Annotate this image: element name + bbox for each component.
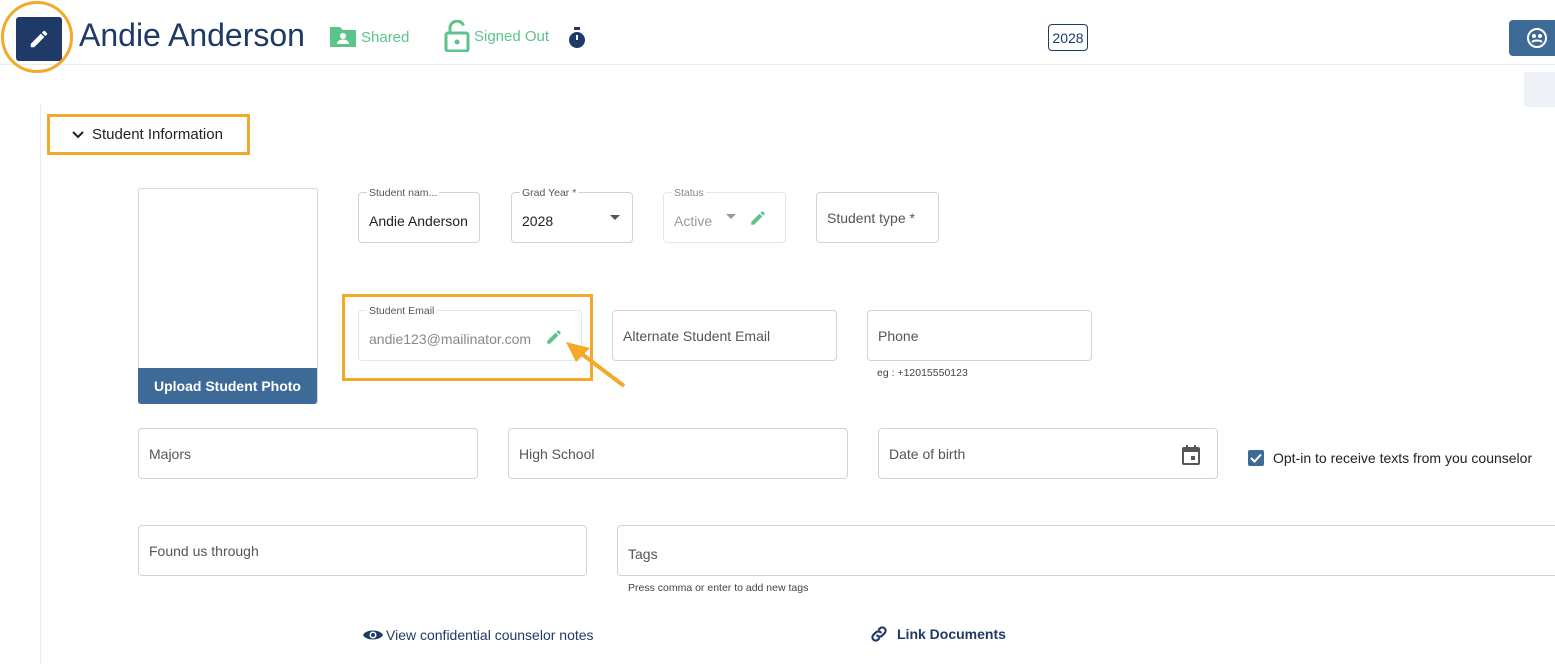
year-badge: 2028 [1048,24,1088,51]
header-divider [0,64,1555,65]
student-type-placeholder: Student type * [827,210,915,226]
section-title: Student Information [92,126,223,143]
shared-label: Shared [361,28,410,46]
grad-year-value: 2028 [522,213,554,229]
highlight-box [342,294,593,381]
link-documents-link[interactable]: Link Documents [869,624,1006,644]
date-of-birth-field[interactable]: Date of birth [878,428,1218,479]
found-us-field[interactable]: Found us through [138,525,587,576]
link-icon [871,626,887,642]
upload-photo-button[interactable]: Upload Student Photo [138,368,317,404]
student-information-toggle[interactable]: Student Information [47,114,250,155]
account-circle-icon [1527,28,1547,48]
side-panel-tab[interactable] [1524,72,1555,107]
dropdown-caret-icon [726,214,736,219]
unlock-icon [444,20,470,52]
pencil-icon[interactable] [749,209,767,227]
account-button[interactable] [1509,20,1555,56]
link-documents-label: Link Documents [897,626,1006,642]
dropdown-caret-icon [610,215,620,220]
status-label: Status [672,187,706,199]
phone-hint: eg : +12015550123 [877,367,968,379]
signed-out-indicator[interactable]: Signed Out [444,20,549,52]
high-school-placeholder: High School [519,446,595,462]
student-name-value: Andie Anderson [369,213,468,229]
view-confidential-notes-link[interactable]: View confidential counselor notes [362,627,594,643]
phone-field[interactable]: Phone [867,310,1092,361]
chevron-down-icon [72,130,84,138]
student-name-title: Andie Anderson [79,17,305,53]
confidential-notes-label: View confidential counselor notes [386,627,594,643]
alternate-email-placeholder: Alternate Student Email [623,328,771,344]
eye-icon [363,630,383,640]
grad-year-select[interactable]: Grad Year * 2028 [511,187,633,243]
high-school-field[interactable]: High School [508,428,848,479]
tags-placeholder: Tags [628,546,658,562]
shared-indicator[interactable]: Shared [328,25,409,49]
date-of-birth-placeholder: Date of birth [889,446,966,462]
status-value: Active [674,213,713,229]
grad-year-label: Grad Year * [520,187,579,199]
calendar-icon[interactable] [1182,445,1200,465]
signed-out-label: Signed Out [474,27,550,45]
tags-field[interactable]: Tags [617,525,1555,576]
checkmark-icon [1250,453,1262,463]
student-name-field[interactable]: Student nam... Andie Anderson [358,187,480,243]
opt-in-checkbox[interactable] [1248,450,1264,466]
phone-placeholder: Phone [878,328,919,344]
majors-placeholder: Majors [149,446,192,462]
majors-field[interactable]: Majors [138,428,478,479]
found-us-placeholder: Found us through [149,543,259,559]
highlight-circle [1,1,73,73]
opt-in-label[interactable]: Opt-in to receive texts from you counsel… [1273,450,1532,466]
stopwatch-icon[interactable] [567,27,587,54]
shared-folder-icon [330,27,356,47]
student-type-select[interactable]: Student type * [816,192,939,243]
tags-hint: Press comma or enter to add new tags [628,582,809,594]
alternate-email-field[interactable]: Alternate Student Email [612,310,837,361]
student-name-label: Student nam... [367,187,440,199]
status-select[interactable]: Status Active [663,187,786,243]
content-left-border [40,104,41,664]
